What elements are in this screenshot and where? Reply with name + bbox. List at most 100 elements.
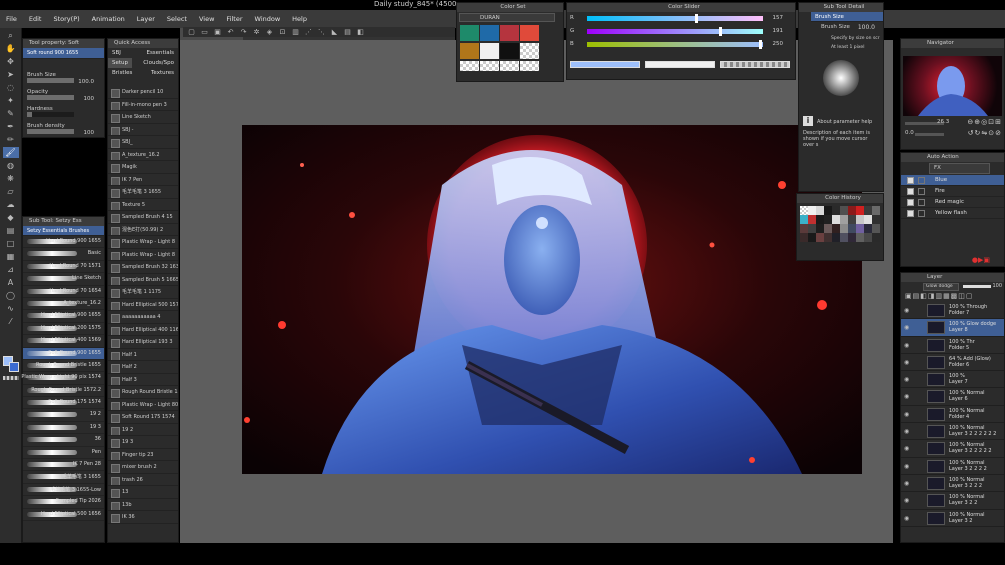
color-set-swatch[interactable] (480, 25, 499, 41)
frame-icon[interactable]: ▦ (3, 251, 19, 262)
slider-track[interactable] (27, 95, 74, 100)
layer-op-icon[interactable]: ▤ (343, 28, 352, 37)
brush-item[interactable]: Hard Round 900 1655 (23, 236, 104, 249)
layer-opacity-value[interactable]: 100 (992, 283, 1002, 289)
brush-item[interactable]: Hard Round 70 1571 (23, 261, 104, 274)
auto-action-item[interactable]: Fire (901, 186, 1004, 197)
tool-property-slider-0[interactable]: Brush Size 100.0 (23, 69, 104, 86)
gradient-icon[interactable]: ▤ (3, 225, 19, 236)
menu-item-help[interactable]: Help (286, 15, 313, 23)
qa-tab-bristles[interactable]: Bristles (108, 68, 136, 78)
navigator-preview[interactable] (903, 56, 1002, 116)
brush-item[interactable]: Hard Round 70 1654 (23, 286, 104, 298)
channel-handle[interactable] (759, 40, 763, 49)
slider-track[interactable] (27, 129, 74, 134)
layer-row[interactable]: ◉ 100 % Normal Layer 3 2 2 2 2 2 2 (901, 423, 1004, 441)
magic-wand-icon[interactable]: ✦ (3, 95, 19, 106)
eyedropper-icon[interactable]: ✎ (3, 108, 19, 119)
quick-access-item[interactable]: Sampled Brush 32 1630 (108, 261, 178, 274)
quick-access-item[interactable]: Rough Round Bristle 15 (108, 386, 178, 399)
color-set-swatch[interactable] (500, 43, 519, 59)
color-set-swatch[interactable] (460, 25, 479, 41)
eye-icon[interactable]: ◉ (904, 463, 912, 470)
color-set-empty-swatch[interactable] (520, 61, 539, 71)
history-swatch[interactable] (816, 233, 824, 242)
history-swatch[interactable] (832, 215, 840, 224)
transparent-color-swatch[interactable] (3, 376, 19, 380)
history-swatch[interactable] (832, 224, 840, 233)
blend-mode-select[interactable]: Glow dodge (923, 283, 959, 291)
action-enable-checkbox[interactable] (907, 188, 914, 195)
menu-item-file[interactable]: File (0, 15, 23, 23)
history-swatch[interactable] (840, 233, 848, 242)
eye-icon[interactable]: ◉ (904, 307, 912, 314)
clear-icon[interactable]: ▥ (291, 28, 300, 37)
quick-access-item[interactable]: mixer brush 2 (108, 461, 178, 474)
quick-access-item[interactable]: IK 36 (108, 511, 178, 524)
menu-item-layer[interactable]: Layer (131, 15, 161, 23)
eraser-icon[interactable]: ▱ (3, 186, 19, 197)
color-set-swatch[interactable] (480, 43, 499, 59)
settings-icon[interactable]: ✲ (252, 28, 261, 37)
channel-handle[interactable] (695, 14, 699, 23)
object-icon[interactable]: ➤ (3, 69, 19, 80)
pencil-icon[interactable]: ✏ (3, 134, 19, 145)
brush-item[interactable]: 19 3 (23, 422, 104, 435)
history-swatch[interactable] (808, 215, 816, 224)
quick-access-item[interactable]: Magik (108, 161, 178, 174)
lasso-icon[interactable]: ◌ (3, 82, 19, 93)
channel-track[interactable] (587, 16, 763, 21)
correct-line-icon[interactable]: ∿ (3, 303, 19, 314)
eye-icon[interactable]: ◉ (904, 411, 912, 418)
undo-icon[interactable]: ↶ (226, 28, 235, 37)
transform-icon[interactable]: ⊡ (278, 28, 287, 37)
sub-tool-group[interactable]: Setzy Essentials Brushes (23, 226, 104, 236)
history-swatch[interactable] (856, 233, 864, 242)
slider-value[interactable]: 100 (84, 130, 95, 136)
slider-value[interactable]: 100.0 (78, 79, 94, 85)
history-swatch[interactable] (800, 233, 808, 242)
brush-item[interactable]: Pen (23, 447, 104, 460)
brush-icon[interactable]: 🖌 (2, 147, 19, 158)
brush-item[interactable]: Plastic Wrap - Light 90 pix 1574 (21, 372, 104, 385)
channel-value[interactable]: 191 (773, 28, 784, 34)
brush-item[interactable]: Sampled Tip 2026 (23, 496, 104, 509)
balloon-icon[interactable]: ◯ (3, 290, 19, 301)
layer-row[interactable]: ◉ 64 % Add (Glow) Folder 6 (901, 354, 1004, 372)
split-icon[interactable]: ◧ (356, 28, 365, 37)
hand-icon[interactable]: ✋ (3, 43, 19, 54)
save-icon[interactable]: ▣ (213, 28, 222, 37)
history-swatch[interactable] (848, 206, 856, 215)
quick-access-item[interactable]: 13 (108, 486, 178, 499)
menu-item-animation[interactable]: Animation (86, 15, 131, 23)
history-swatch[interactable] (840, 224, 848, 233)
color-set-swatch[interactable] (500, 25, 519, 41)
history-swatch[interactable] (840, 215, 848, 224)
tool-property-slider-1[interactable]: Opacity 100 (23, 86, 104, 103)
move-icon[interactable]: ✥ (3, 56, 19, 67)
quick-access-item[interactable]: Texture 5 (108, 199, 178, 211)
airbrush-icon[interactable]: ◍ (3, 160, 19, 171)
detail-option-2[interactable]: At least 1 pixel (799, 43, 883, 52)
menu-item-filter[interactable]: Filter (220, 15, 248, 23)
history-swatch[interactable] (872, 215, 880, 224)
quick-access-item[interactable]: Plastic Wrap - Light 8 (108, 249, 178, 261)
eye-icon[interactable]: ◉ (904, 515, 912, 522)
eye-icon[interactable]: ◉ (904, 342, 912, 349)
quick-access-item[interactable]: 19 2 (108, 424, 178, 436)
layer-row[interactable]: ◉ 100 % Normal Layer 3 2 (901, 510, 1004, 527)
blend-icon[interactable]: ☁ (3, 199, 19, 210)
color-set-empty-swatch[interactable] (480, 61, 499, 71)
layer-row[interactable]: ◉ 100 % Layer 7 (901, 371, 1004, 389)
layer-row[interactable]: ◉ 100 % Normal Layer 3 2 2 2 2 (901, 458, 1004, 475)
brush-item[interactable]: Basic (23, 248, 104, 261)
history-swatch[interactable] (800, 215, 808, 224)
brush-item[interactable]: Line Sketch (23, 273, 104, 286)
history-swatch[interactable] (816, 224, 824, 233)
quick-access-item[interactable]: Finger tip 23 (108, 449, 178, 461)
detail-field-value[interactable]: 100.0 (858, 24, 875, 31)
quick-access-item[interactable]: trash 26 (108, 474, 178, 486)
brush-item[interactable]: 毛羊毛笔 3 1655-Low (23, 484, 104, 497)
history-swatch[interactable] (816, 215, 824, 224)
history-swatch[interactable] (856, 206, 864, 215)
